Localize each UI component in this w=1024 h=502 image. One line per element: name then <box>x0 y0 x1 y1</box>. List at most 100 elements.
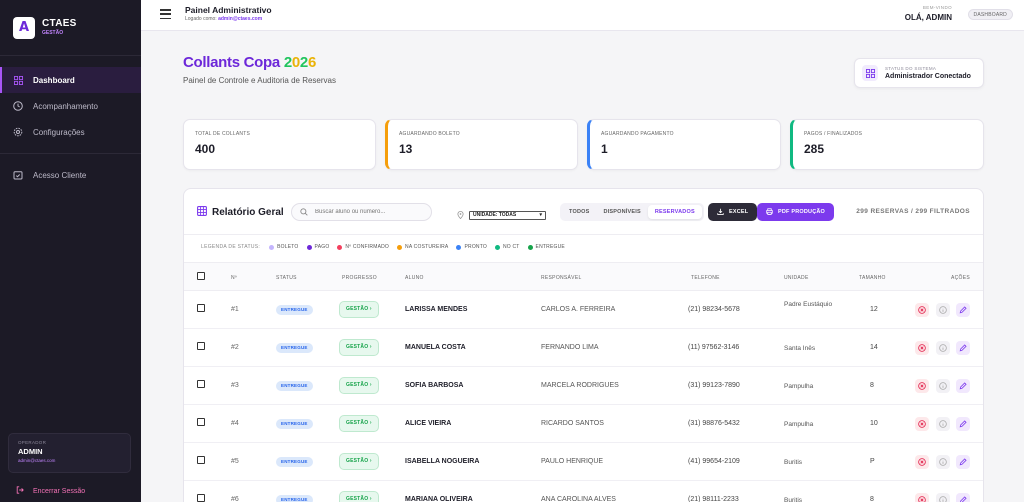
table-row[interactable]: #2 ENTREGUE GESTÃO › MANUELA COSTA FERNANDO … <box>184 329 983 367</box>
row-checkbox[interactable] <box>197 380 205 388</box>
close-circle-icon <box>918 344 926 352</box>
operator-email: admin@ctaes.com <box>18 458 56 463</box>
sidebar-item-label: Acesso Cliente <box>33 170 87 180</box>
info-button[interactable] <box>936 341 950 355</box>
progress-badge[interactable]: GESTÃO › <box>339 301 379 318</box>
tab-todos[interactable]: TODOS <box>562 205 596 219</box>
calendar-icon <box>13 170 23 180</box>
table-icon <box>197 206 207 219</box>
brand-sub: GESTÃO <box>42 30 64 36</box>
logout-button[interactable]: Encerrar Sessão <box>16 486 85 496</box>
edit-button[interactable] <box>956 379 970 393</box>
table-row[interactable]: #5 ENTREGUE GESTÃO › ISABELLA NOGUEIRA PAULO… <box>184 443 983 481</box>
tab-disponiveis[interactable]: DISPONÍVEIS <box>596 205 647 219</box>
page-title: Collants Copa 2026 <box>183 54 316 71</box>
close-circle-icon <box>918 458 926 466</box>
student-name: ISABELLA NOGUEIRA <box>405 458 480 465</box>
sidebar-item-acompanhamento[interactable]: Acompanhamento <box>0 93 141 119</box>
unit-select[interactable]: UNIDADE: TODAS ▾ <box>469 210 546 220</box>
table-row[interactable]: #6 ENTREGUE GESTÃO › MARIANA OLIVEIRA ANA CA… <box>184 481 983 502</box>
export-pdf-button[interactable]: PDF PRODUÇÃO <box>757 203 835 221</box>
progress-badge[interactable]: GESTÃO › <box>339 377 379 394</box>
stat-value: 13 <box>399 142 413 156</box>
report-header: Relatório Geral UNIDADE: TODAS ▾ TODOS DI… <box>184 189 983 235</box>
status-dot <box>337 244 343 250</box>
edit-button[interactable] <box>956 303 970 317</box>
info-button[interactable] <box>936 379 950 393</box>
edit-button[interactable] <box>956 417 970 431</box>
search-box[interactable] <box>291 203 432 221</box>
unit-name: Pampulha <box>784 383 814 390</box>
col-header-responsavel: RESPONSÁVEL <box>541 275 582 281</box>
info-button[interactable] <box>936 303 950 317</box>
student-name: SOFIA BARBOSA <box>405 382 464 389</box>
legend-item: BOLETO <box>269 244 298 250</box>
delete-button[interactable] <box>915 303 929 317</box>
report-title: Relatório Geral <box>197 206 284 219</box>
row-checkbox[interactable] <box>197 304 205 312</box>
row-checkbox[interactable] <box>197 342 205 350</box>
edit-button[interactable] <box>956 341 970 355</box>
brand[interactable]: A CTAES GESTÃO <box>0 0 141 56</box>
sidebar-divider <box>0 153 141 154</box>
download-icon <box>717 208 724 217</box>
menu-icon[interactable] <box>160 9 171 19</box>
unit-filter[interactable]: UNIDADE: TODAS ▾ <box>457 206 546 224</box>
delete-button[interactable] <box>915 493 929 502</box>
status-value: Administrador Conectado <box>885 73 971 80</box>
delete-button[interactable] <box>915 455 929 469</box>
table-row[interactable]: #1 ENTREGUE GESTÃO › LARISSA MENDES CARLOS A… <box>184 291 983 329</box>
progress-badge[interactable]: GESTÃO › <box>339 491 379 502</box>
legend-item: NO CT <box>494 244 520 250</box>
sidebar-item-label: Dashboard <box>33 75 75 85</box>
row-checkbox[interactable] <box>197 456 205 464</box>
edit-button[interactable] <box>956 493 970 502</box>
export-excel-button[interactable]: EXCEL <box>708 203 758 221</box>
info-button[interactable] <box>936 417 950 431</box>
sidebar-item-configuracoes[interactable]: Configurações <box>0 119 141 145</box>
pencil-icon <box>959 306 967 314</box>
stat-card-total: TOTAL DE COLLANTS 400 <box>183 119 376 170</box>
edit-button[interactable] <box>956 455 970 469</box>
row-number: #6 <box>231 496 239 502</box>
progress-label: GESTÃO <box>346 496 369 502</box>
info-button[interactable] <box>936 493 950 502</box>
row-checkbox[interactable] <box>197 418 205 426</box>
pencil-icon <box>959 496 967 502</box>
phone-number: (21) 98111-2233 <box>688 496 739 502</box>
select-all-checkbox[interactable] <box>197 272 205 280</box>
row-checkbox[interactable] <box>197 494 205 502</box>
progress-badge[interactable]: GESTÃO › <box>339 339 379 356</box>
sidebar-item-acesso-cliente[interactable]: Acesso Cliente <box>0 162 141 188</box>
progress-badge[interactable]: GESTÃO › <box>339 453 379 470</box>
filter-segmented-control: TODOS DISPONÍVEIS RESERVADOS <box>560 203 704 221</box>
chevron-down-icon: ▾ <box>539 212 542 218</box>
stat-value: 1 <box>601 142 608 156</box>
pencil-icon <box>959 344 967 352</box>
results-count: 299 RESERVAS / 299 FILTRADOS <box>856 208 970 215</box>
clock-icon <box>13 101 23 111</box>
info-icon <box>939 420 947 428</box>
stat-card-pagos: PAGOS / FINALIZADOS 285 <box>790 119 984 170</box>
legend-item: NA COSTUREIRA <box>397 244 448 250</box>
tab-reservados[interactable]: RESERVADOS <box>647 205 702 219</box>
delete-button[interactable] <box>915 417 929 431</box>
col-header-acoes: AÇÕES <box>951 275 971 281</box>
logout-label: Encerrar Sessão <box>33 487 86 495</box>
gear-icon <box>13 127 23 137</box>
close-circle-icon <box>918 496 926 502</box>
legend-label: BOLETO <box>277 244 299 250</box>
progress-badge[interactable]: GESTÃO › <box>339 415 379 432</box>
unit-select-value: UNIDADE: TODAS <box>473 212 517 218</box>
row-number: #4 <box>231 420 239 427</box>
table-row[interactable]: #3 ENTREGUE GESTÃO › SOFIA BARBOSA MARCELA R… <box>184 367 983 405</box>
size: 12 <box>870 306 878 313</box>
delete-button[interactable] <box>915 341 929 355</box>
table-row[interactable]: #4 ENTREGUE GESTÃO › ALICE VIEIRA RICARDO SA… <box>184 405 983 443</box>
unit-name: Buritis <box>784 497 803 502</box>
delete-button[interactable] <box>915 379 929 393</box>
export-pdf-label: PDF PRODUÇÃO <box>778 209 826 215</box>
info-button[interactable] <box>936 455 950 469</box>
search-input[interactable] <box>315 209 425 215</box>
sidebar-item-dashboard[interactable]: Dashboard <box>0 67 141 93</box>
